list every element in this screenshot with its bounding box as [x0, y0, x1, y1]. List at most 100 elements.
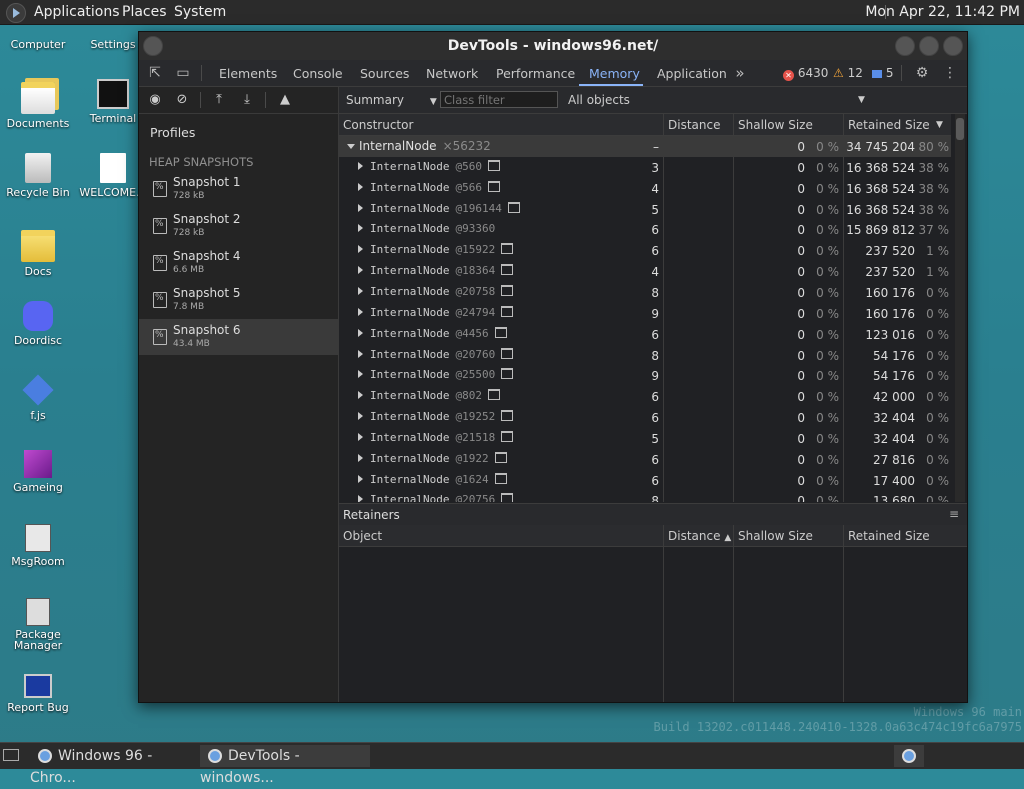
tab-sources[interactable]: Sources	[360, 66, 409, 81]
desktop-icon-docs[interactable]: Docs	[1, 224, 75, 278]
menu-system[interactable]: System	[174, 4, 226, 20]
table-row[interactable]: InternalNode @93360 6 0 0 % 15 869 812 37 %	[339, 219, 951, 240]
collect-garbage-icon[interactable]: ▲	[277, 92, 293, 108]
column-shallow-size[interactable]: Shallow Size	[738, 529, 813, 543]
tab-memory[interactable]: Memory	[589, 66, 640, 81]
desktop-icon-fjs[interactable]: f.js	[1, 372, 75, 422]
expand-arrow-icon[interactable]	[358, 286, 363, 295]
column-constructor[interactable]: Constructor	[343, 118, 413, 132]
table-row[interactable]: InternalNode @20760 8 0 0 % 54 176 0 %	[339, 345, 951, 366]
snapshot-item[interactable]: Snapshot 4 6.6 MB	[139, 245, 338, 281]
table-row[interactable]: InternalNode @196144 5 0 0 % 16 368 524 38 %	[339, 199, 951, 220]
table-row[interactable]: InternalNode @802 6 0 0 % 42 000 0 %	[339, 386, 951, 407]
column-retained-size[interactable]: Retained Size	[848, 118, 930, 132]
expand-arrow-icon[interactable]	[358, 307, 363, 316]
snapshot-name: Snapshot 2	[173, 212, 241, 226]
expand-arrow-icon[interactable]	[358, 474, 363, 483]
tray-chrome-icon[interactable]	[894, 745, 924, 767]
close-button[interactable]	[943, 36, 963, 56]
desktop-icon-package-manager[interactable]: Package Manager	[1, 594, 75, 651]
snapshot-item[interactable]: Snapshot 2 728 kB	[139, 208, 338, 244]
more-options-icon[interactable]: ⋮	[942, 65, 958, 81]
more-tabs-icon[interactable]: »	[732, 65, 748, 81]
expand-arrow-icon[interactable]	[358, 495, 363, 502]
desktop-icon-gameing[interactable]: Gameing	[1, 446, 75, 494]
tab-console[interactable]: Console	[293, 66, 343, 81]
table-row[interactable]: InternalNode @4456 6 0 0 % 123 016 0 %	[339, 324, 951, 345]
expand-arrow-icon[interactable]	[358, 161, 363, 170]
menu-logo-icon[interactable]	[6, 3, 26, 23]
record-icon[interactable]: ◉	[147, 92, 163, 108]
taskbar-item-devtools[interactable]: DevTools - windows...	[200, 745, 370, 786]
snapshot-item-selected[interactable]: Snapshot 6 43.4 MB	[139, 319, 338, 355]
table-row-expanded[interactable]: InternalNode ×56232 – 0 0 % 34 745 204 80 %	[339, 136, 951, 157]
expand-arrow-icon[interactable]	[358, 245, 363, 254]
table-row[interactable]: InternalNode @20756 8 0 0 % 13 680 0 %	[339, 490, 951, 502]
expand-arrow-icon[interactable]	[358, 370, 363, 379]
table-row[interactable]: InternalNode @566 4 0 0 % 16 368 524 38 %	[339, 178, 951, 199]
objects-dropdown-arrow-icon[interactable]: ▼	[858, 95, 865, 105]
desktop-icon-computer[interactable]: Computer	[1, 26, 75, 51]
expand-arrow-icon[interactable]	[358, 224, 363, 233]
warning-count[interactable]: ⚠ 12	[833, 66, 863, 80]
settings-gear-icon[interactable]: ⚙	[914, 65, 930, 81]
column-distance[interactable]: Distance ▲	[668, 529, 731, 543]
expand-arrow-icon[interactable]	[358, 182, 363, 191]
grid-scrollbar[interactable]	[955, 114, 965, 502]
table-row[interactable]: InternalNode @18364 4 0 0 % 237 520 1 %	[339, 261, 951, 282]
tab-elements[interactable]: Elements	[219, 66, 277, 81]
snapshot-item[interactable]: Snapshot 1 728 kB	[139, 171, 338, 207]
taskbar-item-chrome[interactable]: Windows 96 - Chro...	[30, 745, 196, 786]
retainers-menu-icon[interactable]: ≡	[949, 507, 959, 521]
expand-arrow-icon[interactable]	[358, 391, 363, 400]
minimize-button[interactable]	[895, 36, 915, 56]
column-distance[interactable]: Distance	[668, 118, 720, 132]
table-row[interactable]: InternalNode @1922 6 0 0 % 27 816 0 %	[339, 449, 951, 470]
desktop-icon-documents[interactable]: Documents	[1, 76, 75, 130]
expand-arrow-icon[interactable]	[358, 266, 363, 275]
objects-selector[interactable]: All objects	[568, 93, 630, 107]
table-row[interactable]: InternalNode @24794 9 0 0 % 160 176 0 %	[339, 303, 951, 324]
error-count[interactable]: ✕ 6430	[783, 66, 828, 81]
desktop-icon-msgroom[interactable]: MsgRoom	[1, 520, 75, 568]
collapse-arrow-icon[interactable]	[347, 144, 355, 149]
class-filter-input[interactable]	[440, 91, 558, 108]
desktop-icon-report-bug[interactable]: Report Bug	[1, 668, 75, 714]
clear-icon[interactable]: ⊘	[174, 92, 190, 108]
window-titlebar[interactable]: DevTools - windows96.net/	[139, 32, 967, 60]
column-object[interactable]: Object	[343, 529, 382, 543]
expand-arrow-icon[interactable]	[358, 453, 363, 462]
device-toolbar-icon[interactable]: ▭	[175, 65, 191, 81]
table-row[interactable]: InternalNode @21518 5 0 0 % 32 404 0 %	[339, 428, 951, 449]
table-row[interactable]: InternalNode @25500 9 0 0 % 54 176 0 %	[339, 365, 951, 386]
scrollbar-thumb[interactable]	[956, 118, 964, 140]
expand-arrow-icon[interactable]	[358, 349, 363, 358]
desktop-icon-recycle-bin[interactable]: Recycle Bin	[1, 150, 75, 199]
inspect-element-icon[interactable]: ⇱	[147, 65, 163, 81]
column-retained-size[interactable]: Retained Size	[848, 529, 930, 543]
table-row[interactable]: InternalNode @15922 6 0 0 % 237 520 1 %	[339, 240, 951, 261]
desktop-icon-doordisc[interactable]: Doordisc	[1, 298, 75, 347]
tab-performance[interactable]: Performance	[496, 66, 575, 81]
view-selector[interactable]: Summary ▼	[346, 93, 437, 107]
menu-places[interactable]: Places	[122, 4, 167, 20]
tab-application[interactable]: Application	[657, 66, 727, 81]
expand-arrow-icon[interactable]	[358, 412, 363, 421]
table-row[interactable]: InternalNode @560 3 0 0 % 16 368 524 38 %	[339, 157, 951, 178]
expand-arrow-icon[interactable]	[358, 432, 363, 441]
clock[interactable]: Mon Apr 22, 11:42 PM	[865, 4, 1020, 20]
menu-applications[interactable]: Applications	[34, 4, 120, 20]
expand-arrow-icon[interactable]	[358, 328, 363, 337]
message-count[interactable]: 5	[872, 66, 893, 80]
show-desktop-icon[interactable]	[3, 749, 19, 761]
expand-arrow-icon[interactable]	[358, 203, 363, 212]
table-row[interactable]: InternalNode @20758 8 0 0 % 160 176 0 %	[339, 282, 951, 303]
table-row[interactable]: InternalNode @1624 6 0 0 % 17 400 0 %	[339, 470, 951, 491]
save-profile-icon[interactable]: ⤓	[239, 92, 255, 108]
tab-network[interactable]: Network	[426, 66, 478, 81]
load-profile-icon[interactable]: ⤒	[211, 92, 227, 108]
column-shallow-size[interactable]: Shallow Size	[738, 118, 813, 132]
table-row[interactable]: InternalNode @19252 6 0 0 % 32 404 0 %	[339, 407, 951, 428]
snapshot-item[interactable]: Snapshot 5 7.8 MB	[139, 282, 338, 318]
maximize-button[interactable]	[919, 36, 939, 56]
